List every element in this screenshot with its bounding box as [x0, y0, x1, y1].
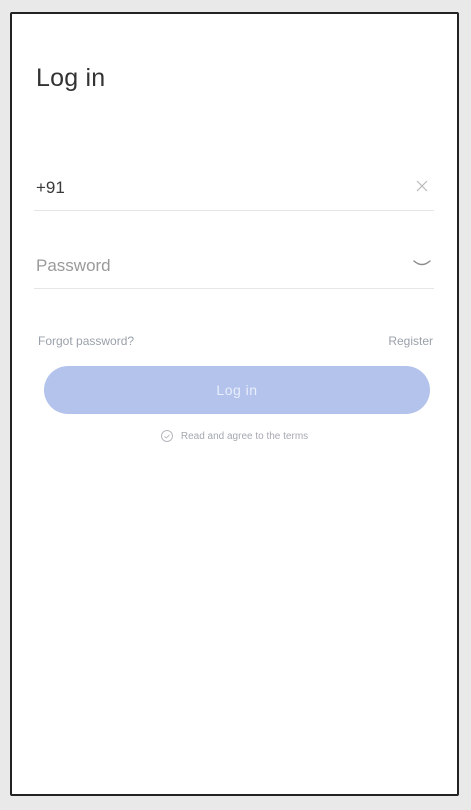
- phone-input[interactable]: [36, 174, 376, 202]
- login-screen: Log in Forgot password? Register Log in …: [10, 12, 459, 796]
- page-title: Log in: [36, 64, 106, 92]
- agreement-row: Read and agree to the terms: [12, 430, 457, 442]
- password-field: [34, 244, 434, 289]
- phone-field: [34, 166, 434, 211]
- register-link[interactable]: Register: [388, 334, 433, 348]
- password-input[interactable]: [36, 252, 376, 280]
- agreement-text[interactable]: Read and agree to the terms: [181, 431, 308, 442]
- eye-closed-icon[interactable]: [412, 254, 432, 274]
- login-button[interactable]: Log in: [44, 366, 430, 414]
- close-icon[interactable]: [412, 176, 432, 196]
- check-circle-icon[interactable]: [160, 430, 173, 442]
- forgot-password-link[interactable]: Forgot password?: [38, 334, 134, 348]
